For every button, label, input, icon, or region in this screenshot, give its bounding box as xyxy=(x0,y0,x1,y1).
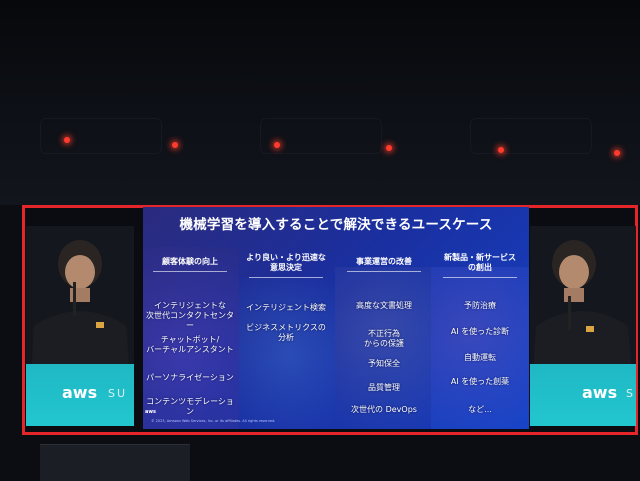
usecase-item: 次世代の DevOps xyxy=(351,405,417,414)
usecase-item: 品質管理 xyxy=(368,383,400,392)
usecase-item: など... xyxy=(468,405,492,414)
stage-light xyxy=(274,142,280,148)
column-heading: 事業運営の改善 xyxy=(339,257,429,272)
left-speaker-screen: aws SU xyxy=(26,226,134,426)
stage-light xyxy=(498,147,504,153)
confidence-monitor xyxy=(40,444,190,481)
slide-copyright: © 2023, Amazon Web Services, Inc. or its… xyxy=(151,419,276,423)
usecase-item: 予防治療 xyxy=(464,301,496,310)
usecase-item: ビジネスメトリクスの 分析 xyxy=(246,323,326,342)
slide-aws-logo: aws xyxy=(145,409,156,415)
lighting-truss xyxy=(470,118,592,154)
usecase-item: インテリジェントな 次世代コンタクトセンター xyxy=(146,301,234,330)
aws-branding-panel: aws S xyxy=(530,364,636,426)
lighting-truss xyxy=(40,118,162,154)
usecase-column: 新製品・新サービス の創出 予防治療 AI を使った診断 自動運転 AI を使っ… xyxy=(435,253,525,425)
stage-light xyxy=(614,150,620,156)
presentation-slide: 機械学習を導入することで解決できるユースケース 顧客体験の向上 インテリジェント… xyxy=(143,207,529,429)
slide-title: 機械学習を導入することで解決できるユースケース xyxy=(179,217,493,233)
usecase-item: 予知保全 xyxy=(368,359,400,368)
column-heading: 新製品・新サービス の創出 xyxy=(435,253,525,278)
column-heading: より良い・より迅速な 意思決定 xyxy=(241,253,331,278)
usecase-item: インテリジェント検索 xyxy=(246,303,326,312)
usecase-item: 高度な文書処理 xyxy=(356,301,412,310)
event-name-text: SU xyxy=(108,387,128,400)
column-heading: 顧客体験の向上 xyxy=(145,257,235,272)
usecase-column: 事業運営の改善 高度な文書処理 不正行為 からの保護 予知保全 品質管理 次世代… xyxy=(339,253,429,425)
usecase-item: 不正行為 からの保護 xyxy=(364,329,404,348)
aws-logo-text: aws xyxy=(62,383,98,402)
stage-light xyxy=(172,142,178,148)
usecase-item: AI を使った診断 xyxy=(450,327,510,336)
right-speaker-screen: aws S xyxy=(530,226,636,426)
usecase-item: チャットボット/ バーチャルアシスタント xyxy=(146,335,234,354)
usecase-item: 自動運転 xyxy=(464,353,496,362)
usecase-column: 顧客体験の向上 インテリジェントな 次世代コンタクトセンター チャットボット/ … xyxy=(145,253,235,425)
stage-light xyxy=(64,137,70,143)
usecase-item: パーソナライゼーション xyxy=(146,373,234,382)
lighting-truss xyxy=(260,118,382,154)
usecase-column: より良い・より迅速な 意思決定 インテリジェント検索 ビジネスメトリクスの 分析 xyxy=(241,253,331,425)
stage-light xyxy=(386,145,392,151)
aws-logo-text: aws xyxy=(582,383,618,402)
aws-branding-panel: aws SU xyxy=(26,364,134,426)
usecase-item: AI を使った創薬 xyxy=(450,377,510,386)
event-name-text: S xyxy=(626,387,635,400)
venue-ceiling xyxy=(0,0,640,205)
usecase-item: コンテンツモデレーション xyxy=(146,397,234,416)
